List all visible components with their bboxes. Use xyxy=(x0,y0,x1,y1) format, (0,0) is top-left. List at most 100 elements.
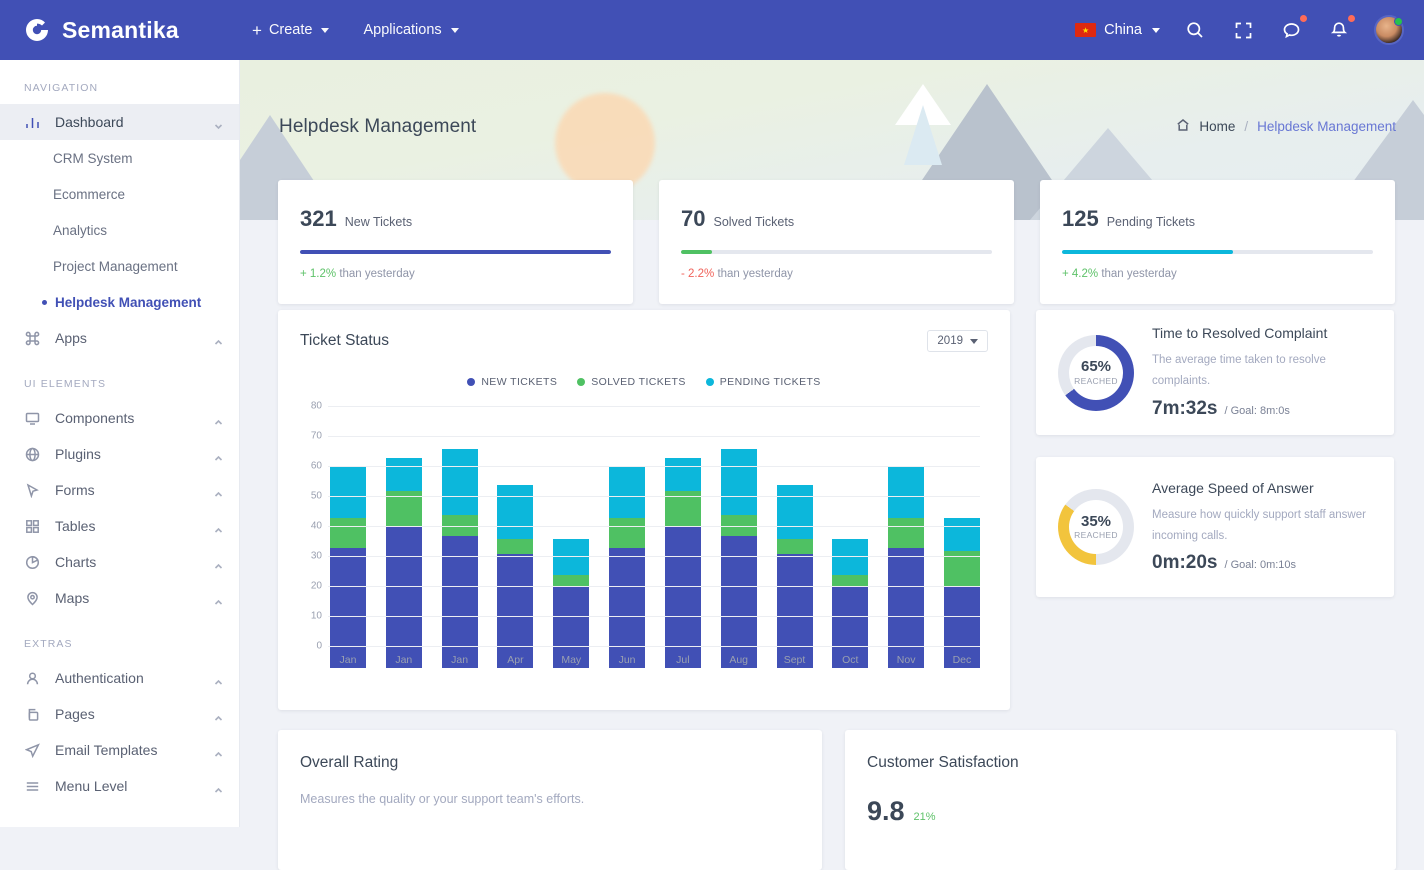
chart-bar-column[interactable] xyxy=(664,428,701,668)
y-axis-tick-label: 40 xyxy=(310,520,322,532)
card-description: Measures the quality or your support tea… xyxy=(300,792,585,806)
sidebar-item-crm-system[interactable]: CRM System xyxy=(0,140,239,176)
chart-bar-column[interactable] xyxy=(832,428,869,668)
sidebar-item-dashboard[interactable]: Dashboard xyxy=(0,104,239,140)
notifications-icon[interactable] xyxy=(1326,15,1355,43)
overall-rating-card: Overall Rating Measures the quality or y… xyxy=(278,730,822,870)
sidebar-item-authentication[interactable]: Authentication xyxy=(0,660,239,696)
donut-sublabel: REACHED xyxy=(1074,530,1118,541)
chart-bar-column[interactable] xyxy=(497,428,534,668)
stat-label: Solved Tickets xyxy=(713,215,795,229)
x-axis-tick-label: Sept xyxy=(783,654,806,666)
donut-percent: 35% xyxy=(1080,512,1112,530)
chevron-up-icon xyxy=(214,450,223,461)
sidebar-item-label: Plugins xyxy=(55,446,101,462)
sidebar-item-label: Charts xyxy=(55,554,97,570)
table-grid-icon xyxy=(24,518,41,535)
chevron-up-icon xyxy=(214,594,223,605)
bar-segment xyxy=(385,458,422,491)
chart-bar-column[interactable] xyxy=(888,428,925,668)
sidebar-item-label: Forms xyxy=(55,482,95,498)
grid-line xyxy=(328,406,980,407)
year-select[interactable]: 2019 xyxy=(927,330,988,352)
kpi-value-row: 7m:32s / Goal: 8m:0s xyxy=(1152,398,1372,420)
bar-segment xyxy=(943,518,980,551)
donut-sublabel: REACHED xyxy=(1074,375,1118,386)
sidebar-item-project-management[interactable]: Project Management xyxy=(0,248,239,284)
bar-segment xyxy=(776,554,813,668)
sidebar-item-helpdesk-management[interactable]: Helpdesk Management xyxy=(0,284,239,320)
brand-logo[interactable]: Semantika xyxy=(0,0,240,60)
bar-segment xyxy=(832,539,869,575)
nav-applications[interactable]: Applications xyxy=(363,22,459,38)
sidebar-item-ecommerce[interactable]: Ecommerce xyxy=(0,176,239,212)
y-axis-tick-label: 50 xyxy=(310,490,322,502)
ticket-status-panel: Ticket Status 2019 NEW TICKETS SOLVED TIC… xyxy=(278,310,1010,710)
chart-bar-column[interactable] xyxy=(385,428,422,668)
chart-bar-column[interactable] xyxy=(330,428,366,668)
x-axis-tick-label: Jan xyxy=(395,654,413,666)
grid-line xyxy=(328,556,980,557)
sidebar-item-pages[interactable]: Pages xyxy=(0,696,239,732)
list-item-label: Project Management xyxy=(53,258,178,274)
page-title: Helpdesk Management xyxy=(279,116,477,137)
sidebar-item-plugins[interactable]: Plugins xyxy=(0,436,239,472)
breadcrumb-current[interactable]: Helpdesk Management xyxy=(1257,119,1396,134)
legend-color-dot-icon xyxy=(467,378,476,386)
breadcrumb-home[interactable]: Home xyxy=(1199,119,1235,134)
stat-number: 70 xyxy=(681,206,706,231)
stat-header: 321 New Tickets xyxy=(300,206,611,232)
sidebar-item-forms[interactable]: Forms xyxy=(0,472,239,508)
grid-line xyxy=(328,586,980,587)
chart-bar-column[interactable] xyxy=(609,428,646,668)
sidebar-item-apps[interactable]: Apps xyxy=(0,320,239,356)
search-icon[interactable] xyxy=(1182,17,1208,43)
bar-segment xyxy=(888,518,925,548)
bar-segment xyxy=(609,518,646,548)
chevron-down-icon xyxy=(970,338,978,344)
chart-bar-column[interactable] xyxy=(943,428,980,668)
legend-color-dot-icon xyxy=(705,378,714,386)
x-axis-tick-label: Jan xyxy=(451,654,469,666)
sun-decoration-icon xyxy=(555,93,655,193)
nav-applications-label: Applications xyxy=(363,22,442,38)
legend-item-new-tickets[interactable]: NEW TICKETS xyxy=(467,376,557,388)
stat-delta-suffix: than yesterday xyxy=(336,268,415,280)
chart-bar-column[interactable] xyxy=(441,428,478,668)
kpi-goal: / Goal: 8m:0s xyxy=(1224,404,1290,417)
language-label: China xyxy=(1104,22,1142,38)
y-axis-tick-label: 70 xyxy=(310,430,322,442)
fullscreen-icon[interactable] xyxy=(1230,17,1256,43)
sidebar-item-maps[interactable]: Maps xyxy=(0,580,239,616)
sidebar-item-analytics[interactable]: Analytics xyxy=(0,212,239,248)
sidebar-item-menu-level[interactable]: Menu Level xyxy=(0,768,239,804)
sidebar-caption-navigation: NAVIGATION xyxy=(24,82,99,94)
sidebar: NAVIGATION Dashboard CRM System Ecommerc… xyxy=(0,60,240,827)
chart-bar-column[interactable] xyxy=(720,428,757,668)
sidebar-item-components[interactable]: Components xyxy=(0,400,239,436)
bar-segment xyxy=(609,467,646,518)
y-axis-tick-label: 80 xyxy=(310,400,322,412)
sidebar-item-tables[interactable]: Tables xyxy=(0,508,239,544)
satisfaction-percent: 21% xyxy=(913,811,936,823)
language-selector[interactable]: ★ China xyxy=(1075,22,1160,38)
stat-delta-suffix: than yesterday xyxy=(714,268,793,280)
stat-delta-value: + 4.2% xyxy=(1062,268,1099,280)
sidebar-item-email-templates[interactable]: Email Templates xyxy=(0,732,239,768)
messages-icon[interactable] xyxy=(1278,15,1307,43)
avatar[interactable] xyxy=(1374,15,1404,45)
chart-bar-column[interactable] xyxy=(553,428,590,668)
chevron-down-icon xyxy=(214,118,223,129)
x-axis-tick-label: May xyxy=(561,654,582,666)
chart-x-axis: Jan Jan Jan Apr May Jun Jul Aug Sept Oct Nov Dec xyxy=(330,654,980,666)
chevron-up-icon xyxy=(214,334,223,345)
legend-item-pending-tickets[interactable]: PENDING TICKETS xyxy=(705,376,821,388)
grid-line xyxy=(328,466,980,467)
chart-bar-column[interactable] xyxy=(776,428,813,668)
sidebar-item-charts[interactable]: Charts xyxy=(0,544,239,580)
legend-item-solved-tickets[interactable]: SOLVED TICKETS xyxy=(577,376,686,388)
stat-delta-value: + 1.2% xyxy=(300,268,337,280)
panel-title: Ticket Status xyxy=(300,332,390,349)
send-icon xyxy=(24,742,41,759)
nav-create[interactable]: + Create xyxy=(252,22,330,39)
